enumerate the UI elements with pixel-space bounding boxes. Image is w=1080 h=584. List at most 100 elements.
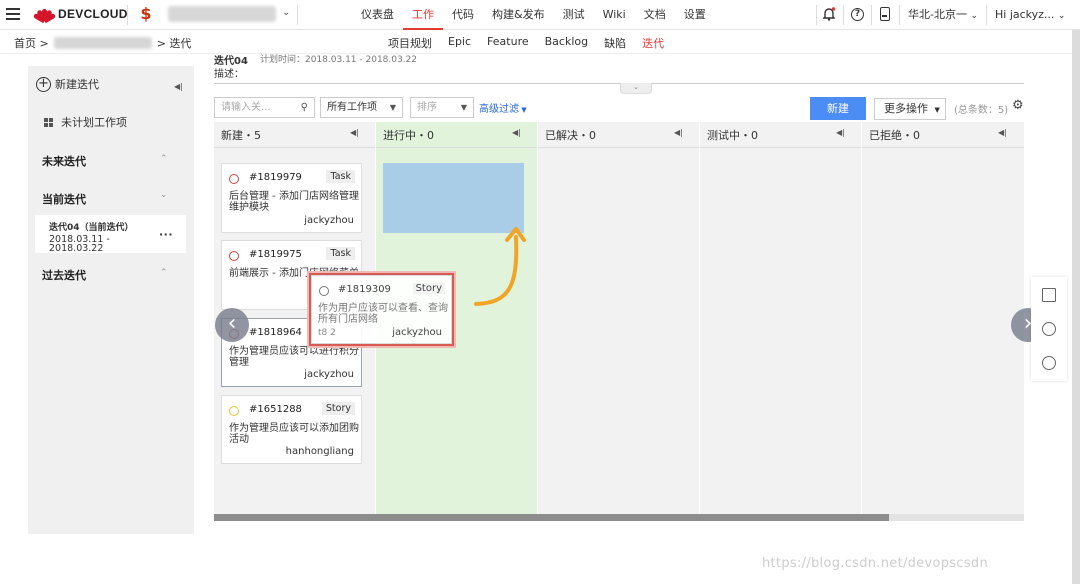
- collapse-sidebar-icon[interactable]: ◀|: [174, 82, 183, 91]
- card-id[interactable]: #1819975: [249, 249, 302, 260]
- chat-icon[interactable]: [1042, 356, 1056, 370]
- tab-iteration[interactable]: 迭代: [642, 35, 664, 51]
- card-title: 作为用户应该可以查看、查询所有门店网络: [318, 303, 448, 325]
- breadcrumb: 首页 > > 迭代: [14, 35, 191, 51]
- advanced-filter-link[interactable]: 高级过滤 ▼: [479, 100, 527, 115]
- tab-epic[interactable]: Epic: [448, 35, 471, 51]
- card-title: 作为管理员应该可以添加团购活动: [229, 423, 359, 445]
- search-input[interactable]: 请输入关... ⚲: [214, 97, 315, 118]
- user-menu[interactable]: Hi jackyz... ⌄: [995, 0, 1065, 30]
- mobile-icon[interactable]: [880, 7, 890, 21]
- chevron-down-icon[interactable]: ⌄: [282, 7, 290, 18]
- nav-code[interactable]: 代码: [443, 0, 483, 30]
- huawei-flower-icon: [32, 7, 57, 24]
- current-iterations-header[interactable]: 当前迭代: [42, 191, 86, 207]
- status-indicator-icon: [319, 286, 329, 296]
- collapse-column-icon[interactable]: ◀|: [350, 128, 359, 137]
- watermark: https://blog.csdn.net/devopscsdn: [762, 556, 988, 571]
- project-name-blurred[interactable]: [168, 6, 276, 22]
- nav-settings[interactable]: 设置: [675, 0, 715, 30]
- card-id[interactable]: #1819979: [249, 172, 302, 183]
- column-divider: [214, 147, 375, 148]
- support-icon[interactable]: [1042, 322, 1056, 336]
- iteration-name: 迭代04（当前迭代）: [49, 223, 134, 233]
- type-select-value: 所有工作项: [327, 102, 377, 113]
- current-iteration-item[interactable]: 迭代04（当前迭代） 2018.03.11 - 2018.03.22 ···: [35, 215, 186, 253]
- work-item-card[interactable]: #1651288 Story 作为管理员应该可以添加团购活动 hanhongli…: [221, 395, 362, 464]
- iteration-sidebar: + 新建迭代 ◀| 未计划工作项 未来迭代 ⌃ 当前迭代 ⌄ 迭代04（当前迭代…: [28, 66, 194, 534]
- devcloud-logo[interactable]: DEVCLOUD: [32, 7, 128, 24]
- column-divider: [376, 147, 537, 148]
- breadcrumb-project-blurred[interactable]: [53, 37, 152, 49]
- chevron-up-icon[interactable]: ⌃: [160, 268, 168, 278]
- horizontal-scrollbar[interactable]: [214, 514, 1024, 521]
- gear-icon[interactable]: ⚙: [1012, 98, 1024, 113]
- column-title: 已拒绝・0: [869, 129, 920, 142]
- caret-down-icon: ▼: [934, 106, 940, 114]
- sort-select[interactable]: 排序 ▼: [410, 97, 474, 118]
- card-type-badge: Task: [326, 247, 355, 260]
- nav-dashboard[interactable]: 仪表盘: [352, 0, 403, 30]
- page-scrollbar[interactable]: [1072, 30, 1080, 584]
- work-tabs: 项目规划 Epic Feature Backlog 缺陷 迭代: [380, 35, 672, 51]
- status-indicator-icon: [229, 174, 239, 184]
- sub-navbar: 首页 > > 迭代 项目规划 Epic Feature Backlog 缺陷 迭…: [0, 30, 1080, 54]
- tab-feature[interactable]: Feature: [487, 35, 529, 51]
- card-id[interactable]: #1651288: [249, 404, 302, 415]
- total-count: (总条数：5): [954, 105, 1009, 116]
- help-icon[interactable]: ?: [851, 8, 864, 21]
- nav-build-release[interactable]: 构建&发布: [483, 0, 554, 30]
- hamburger-menu-icon[interactable]: [6, 8, 20, 20]
- divider: [843, 5, 844, 25]
- work-item-type-select[interactable]: 所有工作项 ▼: [320, 97, 403, 118]
- nav-wiki[interactable]: Wiki: [594, 0, 635, 30]
- nav-work[interactable]: 工作: [403, 0, 443, 30]
- column-title: 测试中・0: [707, 129, 758, 142]
- nav-test[interactable]: 测试: [554, 0, 594, 30]
- unplanned-label: 未计划工作项: [61, 116, 127, 129]
- caret-down-icon: ▼: [460, 103, 467, 112]
- chevron-down-icon[interactable]: ⌄: [160, 190, 168, 200]
- chevron-up-icon[interactable]: ⌃: [160, 154, 168, 164]
- tab-defects[interactable]: 缺陷: [604, 35, 626, 51]
- iteration-description-label: 描述：: [214, 69, 244, 80]
- tab-backlog[interactable]: Backlog: [545, 35, 588, 51]
- card-id[interactable]: #1818964: [249, 327, 302, 338]
- future-iterations-header[interactable]: 未来迭代: [42, 153, 86, 169]
- dragging-card[interactable]: #1819309 Story 作为用户应该可以查看、查询所有门店网络 t8 2 …: [311, 275, 452, 344]
- divider: [986, 5, 987, 25]
- new-iteration-button[interactable]: + 新建迭代: [36, 76, 99, 92]
- status-indicator-icon: [229, 251, 239, 261]
- search-icon: ⚲: [300, 102, 308, 113]
- drop-placeholder[interactable]: [383, 163, 524, 233]
- more-options-icon[interactable]: ···: [159, 228, 173, 241]
- region-selector[interactable]: 华北-北京一 ⌄: [908, 0, 978, 30]
- collapse-column-icon[interactable]: ◀|: [512, 128, 521, 137]
- more-actions-button[interactable]: 更多操作 ▼: [874, 98, 946, 120]
- collapse-column-icon[interactable]: ◀|: [998, 128, 1007, 137]
- iteration-header: 迭代04 计划时间：2018.03.11 - 2018.03.22 描述：: [214, 54, 1024, 84]
- collapse-column-icon[interactable]: ◀|: [674, 128, 683, 137]
- expand-header-handle[interactable]: ⌄: [620, 83, 652, 94]
- divider: [899, 5, 900, 25]
- scrollbar-thumb[interactable]: [214, 514, 889, 521]
- breadcrumb-home[interactable]: 首页: [14, 35, 36, 51]
- tab-project-planning[interactable]: 项目规划: [388, 35, 432, 51]
- collapse-column-icon[interactable]: ◀|: [836, 128, 845, 137]
- past-iterations-header[interactable]: 过去迭代: [42, 267, 86, 283]
- work-item-card[interactable]: #1819979 Task 后台管理 - 添加门店网络管理维护模块 jackyz…: [221, 163, 362, 233]
- nav-docs[interactable]: 文档: [635, 0, 675, 30]
- floating-tools-panel: [1031, 277, 1067, 381]
- scroll-left-button[interactable]: ‹: [215, 308, 249, 342]
- project-dollar-icon: $: [136, 4, 156, 24]
- card-owner: jackyzhou: [304, 215, 354, 226]
- edit-icon[interactable]: [1042, 288, 1056, 302]
- region-label: 华北-北京一: [908, 8, 967, 21]
- card-extra-text: t8 2: [318, 328, 336, 338]
- divider: [127, 5, 128, 25]
- unplanned-work-items[interactable]: 未计划工作项: [44, 114, 127, 130]
- status-indicator-icon: [229, 406, 239, 416]
- new-work-item-button[interactable]: 新建: [810, 97, 866, 120]
- brand-name: DEVCLOUD: [58, 7, 128, 21]
- bell-icon[interactable]: [822, 7, 836, 21]
